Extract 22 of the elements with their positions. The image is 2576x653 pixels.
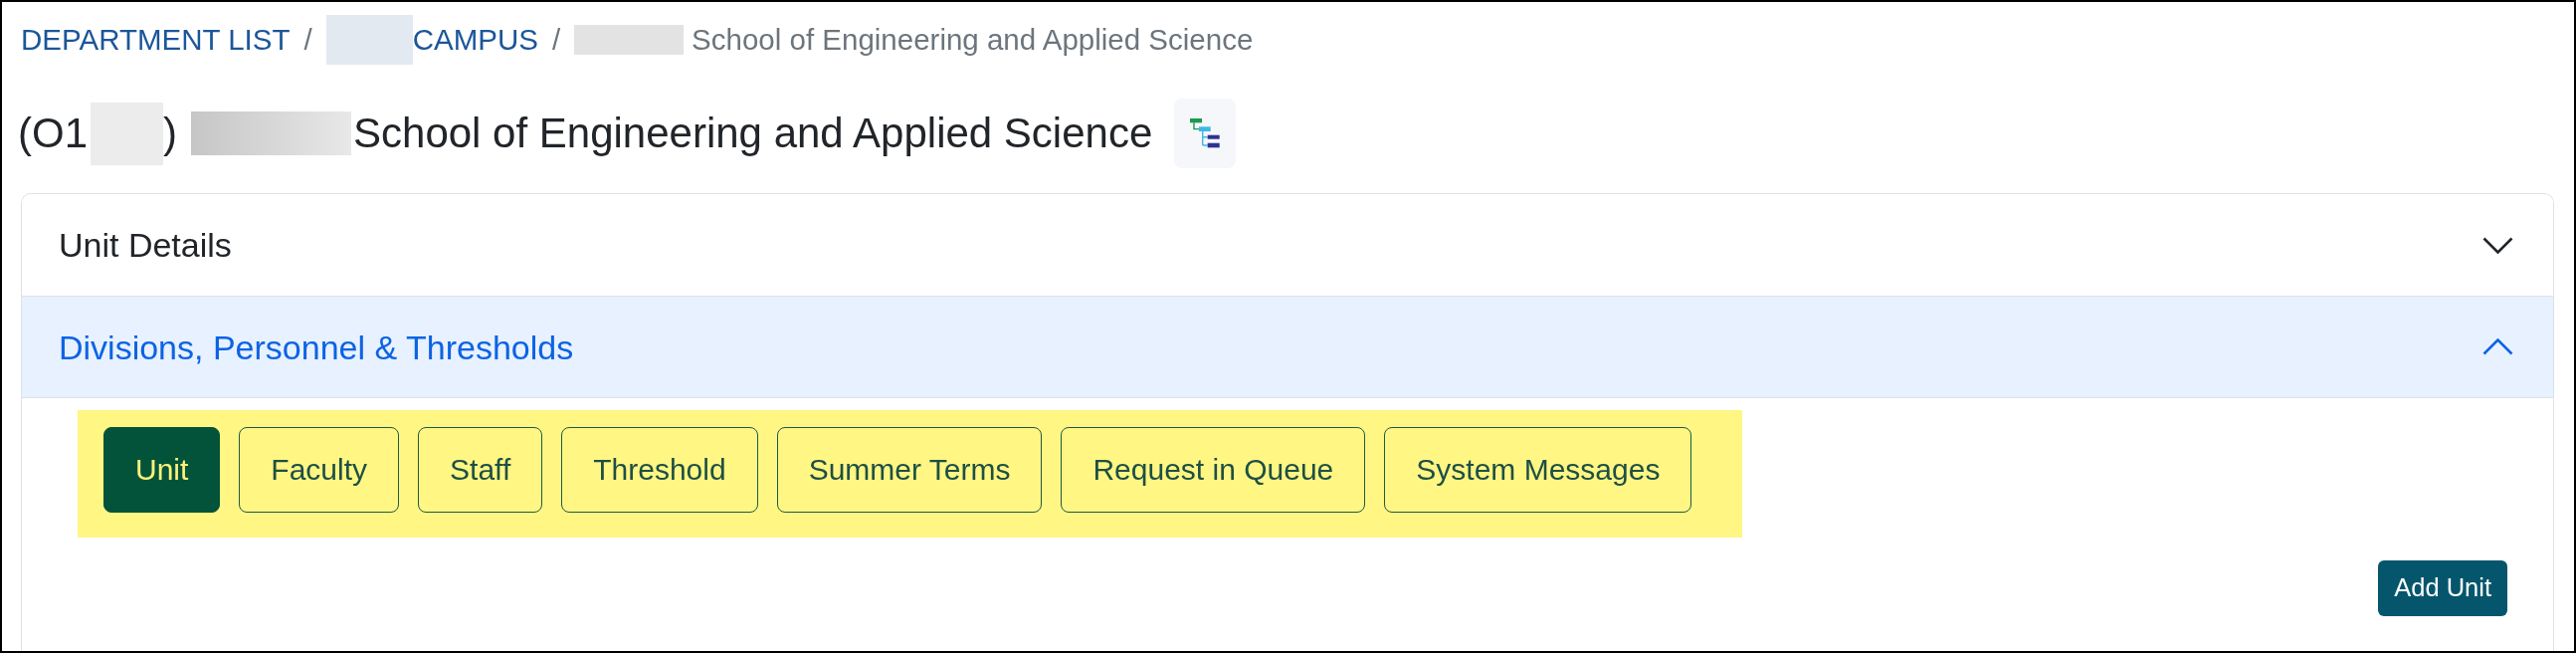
chevron-down-icon (2482, 236, 2513, 254)
breadcrumb-link[interactable]: CAMPUS (412, 25, 538, 55)
tab[interactable]: Faculty (239, 427, 400, 513)
chevron-up-icon (2482, 338, 2513, 355)
hierarchy-view-button[interactable] (1174, 99, 1237, 168)
hierarchy-icon (1190, 118, 1221, 148)
tab[interactable]: Summer Terms (776, 427, 1043, 513)
accordion-header[interactable]: Unit Details (22, 194, 2553, 297)
tab[interactable]: Staff (418, 427, 543, 513)
accordion-header[interactable]: Divisions, Personnel & Thresholds (22, 297, 2553, 398)
tab[interactable]: System Messages (1384, 427, 1692, 513)
breadcrumb-current: School of Engineering and Applied Science (692, 25, 1254, 55)
breadcrumb-link[interactable]: DEPARTMENT LIST (21, 25, 291, 55)
page-title: School of Engineering and Applied Science (353, 112, 1153, 154)
page-title: ) (163, 112, 177, 154)
tab[interactable]: Threshold (561, 427, 758, 513)
breadcrumb-separator: / (302, 25, 313, 55)
tab[interactable]: Request in Queue (1061, 427, 1366, 513)
add-unit-button[interactable]: Add Unit (2378, 560, 2507, 616)
breadcrumb-separator: / (550, 25, 562, 55)
tab[interactable]: Unit (103, 427, 221, 513)
page-title: (O1 (18, 112, 88, 154)
